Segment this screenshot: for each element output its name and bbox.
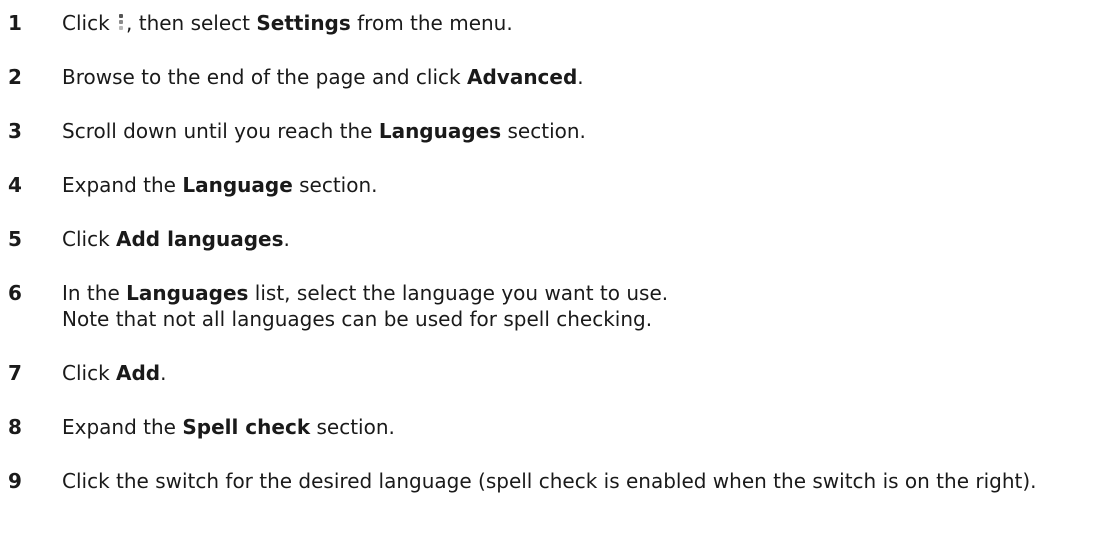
ui-element-name: Settings [256, 11, 351, 35]
step-text: In the Languages list, select the langua… [62, 280, 1075, 332]
more-vertical-icon [117, 13, 125, 33]
step-number: 3 [8, 119, 22, 143]
step-number: 8 [8, 415, 22, 439]
step-text-segment: . [160, 361, 167, 385]
ui-element-name: Spell check [182, 415, 311, 439]
step-text-segment: . [577, 65, 584, 89]
step-text: Expand the Language section. [62, 172, 1075, 198]
step-text-segment: Click the switch for the desired languag… [62, 469, 1037, 493]
step-number: 1 [8, 11, 22, 35]
step-number: 5 [8, 227, 22, 251]
step-text-segment: section. [501, 119, 586, 143]
step-text: Click the switch for the desired languag… [62, 468, 1075, 494]
step-text-segment: . [283, 227, 290, 251]
step-text: Click Add. [62, 360, 1075, 386]
step-text-segment: Browse to the end of the page and click [62, 65, 467, 89]
step-text-segment: Click [62, 361, 117, 385]
step-text-segment: Expand the [62, 415, 183, 439]
step-text-segment: In the [62, 281, 127, 305]
step-text-segment: list, select the language you want to us… [248, 281, 669, 305]
step-number: 4 [8, 173, 22, 197]
step-text: Expand the Spell check section. [62, 414, 1075, 440]
step-text-segment: from the menu. [350, 11, 513, 35]
step-text: Browse to the end of the page and click … [62, 64, 1075, 90]
step-text: Click Add languages. [62, 226, 1075, 252]
step-text-segment: section. [310, 415, 395, 439]
step-text: Scroll down until you reach the Language… [62, 118, 1075, 144]
step-number: 6 [8, 281, 22, 305]
step-text-segment: Scroll down until you reach the [62, 119, 379, 143]
ui-element-name: Language [182, 173, 293, 197]
step-number: 9 [8, 469, 22, 493]
step-text-segment: Note that not all languages can be used … [62, 307, 653, 331]
ui-element-name: Languages [378, 119, 502, 143]
step-number: 2 [8, 65, 22, 89]
step-text-segment: Expand the [62, 173, 183, 197]
ui-element-name: Languages [126, 281, 249, 305]
ui-element-name: Advanced [466, 65, 578, 89]
ui-element-name: Add [116, 361, 161, 385]
instruction-steps: 1 Click , then select Settings from the m… [0, 0, 1105, 548]
step-number: 7 [8, 361, 22, 385]
step-text-segment: Click [62, 11, 117, 35]
ui-element-name: Add languages [116, 227, 284, 251]
step-text-segment: Click [62, 227, 117, 251]
step-text: Click , then select Settings from the me… [62, 10, 1075, 36]
step-text-segment: , then select [126, 11, 257, 35]
step-text-segment: section. [292, 173, 378, 197]
